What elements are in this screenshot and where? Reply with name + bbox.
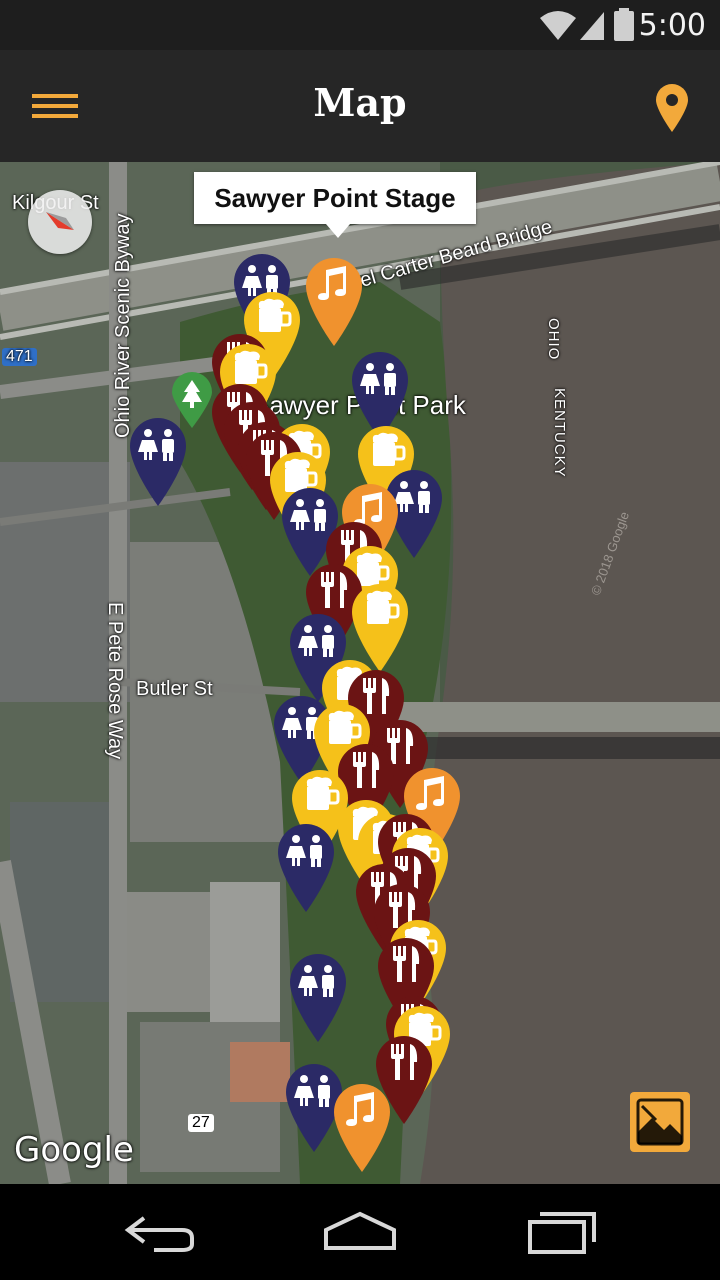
compass-icon[interactable] xyxy=(28,190,92,254)
map-label-ohio-byway: Ohio River Scenic Byway xyxy=(112,213,134,438)
system-nav-bar xyxy=(0,1184,720,1280)
google-logo: Google xyxy=(14,1130,134,1170)
wifi-icon xyxy=(540,11,576,40)
restroom-marker[interactable] xyxy=(276,822,336,914)
us-route-shield: 27 xyxy=(188,1114,214,1132)
map-view[interactable]: Kilgour St Ohio River Scenic Byway Sawye… xyxy=(0,162,720,1184)
app-bar: Map xyxy=(0,50,720,162)
marker-info-window[interactable]: Sawyer Point Stage xyxy=(194,172,476,238)
map-label-pete-rose: E Pete Rose Way xyxy=(104,602,126,760)
restroom-marker[interactable] xyxy=(288,952,348,1044)
map-pin-icon[interactable] xyxy=(650,80,694,136)
map-label-ohio: OHIO xyxy=(545,318,562,361)
map-label-butler: Butler St xyxy=(136,678,213,700)
map-label-kentucky: KENTUCKY xyxy=(551,388,568,478)
music-marker[interactable] xyxy=(332,1082,392,1174)
interstate-shield: 471 xyxy=(2,348,37,366)
home-icon[interactable] xyxy=(322,1208,398,1258)
image-layers-icon[interactable] xyxy=(630,1092,690,1152)
page-title: Map xyxy=(313,80,407,125)
recents-icon[interactable] xyxy=(526,1208,598,1258)
battery-icon xyxy=(614,8,634,41)
cellular-icon xyxy=(580,12,604,40)
restroom-marker[interactable] xyxy=(128,416,188,508)
status-time: 5:00 xyxy=(638,8,706,43)
music-marker[interactable] xyxy=(304,256,364,348)
back-icon[interactable] xyxy=(124,1208,196,1258)
status-bar: 5:00 xyxy=(0,0,720,50)
